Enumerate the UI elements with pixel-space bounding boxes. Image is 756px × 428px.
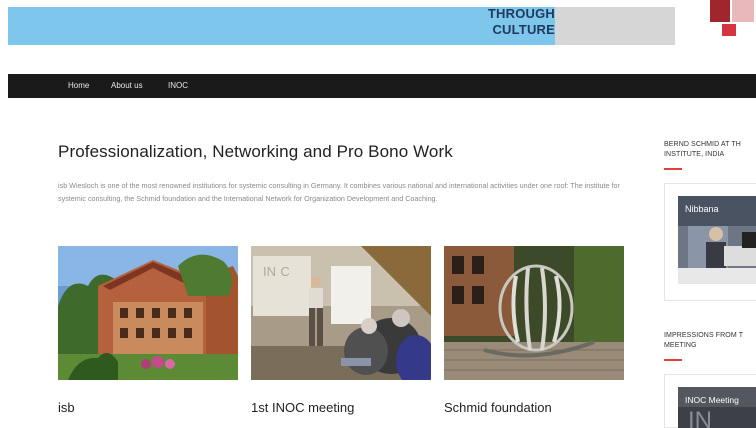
- video-title-inoc-meeting: INOC Meeting: [685, 395, 739, 405]
- svg-text:IN: IN: [688, 407, 712, 428]
- page-title: Professionalization, Networking and Pro …: [58, 142, 453, 161]
- isb-photo[interactable]: [58, 246, 238, 380]
- sidebar-accent-rule: [664, 168, 682, 170]
- banner-tagline-line1: THROUGH: [487, 6, 555, 21]
- intro-paragraph: isb Wiesloch is one of the most renowned…: [58, 181, 620, 203]
- card-title-inoc-meeting[interactable]: 1st INOC meeting: [251, 400, 354, 415]
- banner-tagline: THROUGH CULTURE: [467, 6, 555, 38]
- site-banner: THROUGH CULTURE: [0, 0, 756, 58]
- nav-home[interactable]: Home: [68, 74, 89, 98]
- banner-tagline-line2: CULTURE: [492, 22, 555, 37]
- play-icon[interactable]: [742, 232, 756, 248]
- banner-gray-strip: [555, 7, 675, 45]
- sidebar-accent-rule-2: [664, 359, 682, 361]
- schmid-foundation-photo[interactable]: [444, 246, 624, 380]
- site-logo[interactable]: [708, 0, 756, 40]
- projected-inoc-text: IN C: [263, 264, 290, 279]
- video-inoc-meeting[interactable]: IN INOC Meeting: [678, 387, 756, 428]
- sidebar-heading-india: BERND SCHMID AT TH INSTITUTE, INDIA: [664, 141, 741, 158]
- video-thumbnail-2: IN: [678, 387, 756, 428]
- nav-about-us[interactable]: About us: [111, 74, 143, 98]
- sidebar-heading-impressions: IMPRESSIONS FROM T MEETING: [664, 332, 743, 349]
- inoc-meeting-image: IN C: [251, 246, 431, 380]
- sculpture-image: [444, 246, 624, 380]
- main-navbar: Home About us INOC: [8, 74, 756, 98]
- inoc-meeting-photo[interactable]: IN C: [251, 246, 431, 380]
- isb-building-image: [58, 246, 238, 380]
- card-title-isb[interactable]: isb: [58, 400, 75, 415]
- card-title-schmid-foundation[interactable]: Schmid foundation: [444, 400, 552, 415]
- video-title-nibbana: Nibbana: [685, 204, 719, 214]
- nav-inoc[interactable]: INOC: [168, 74, 188, 98]
- video-nibbana[interactable]: Nibbana: [678, 196, 756, 284]
